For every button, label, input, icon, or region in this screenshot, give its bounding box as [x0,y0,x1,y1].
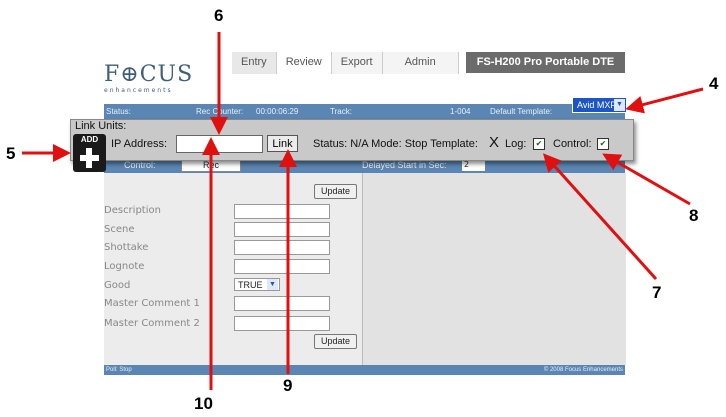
callout-arrows [22,32,704,390]
callout-arrow-7 [542,153,658,281]
callout-6: 6 [214,6,224,25]
callout-9: 9 [283,376,293,395]
callout-4: 4 [709,74,719,93]
callout-10: 10 [194,394,213,413]
callout-7: 7 [652,283,662,302]
callout-arrow-4 [625,87,704,114]
callout-arrow-8 [602,153,691,206]
callout-5: 5 [6,144,16,163]
callout-8: 8 [689,206,699,225]
